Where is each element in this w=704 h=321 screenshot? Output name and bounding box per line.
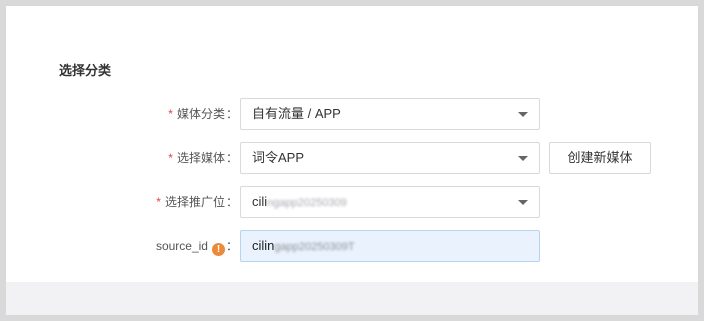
media-category-row: * 媒体分类： 自有流量 / APP bbox=[6, 98, 698, 130]
info-warning-icon[interactable]: ! bbox=[211, 243, 225, 256]
chevron-down-icon bbox=[518, 156, 528, 161]
promotion-slot-value-obscured: ngapp20250309 bbox=[267, 197, 347, 209]
promotion-slot-row: * 选择推广位： cilingapp20250309 bbox=[6, 186, 698, 218]
required-mark: * bbox=[168, 107, 173, 121]
select-media-select[interactable]: 词令APP bbox=[240, 142, 540, 174]
select-media-row: * 选择媒体： 词令APP 创建新媒体 bbox=[6, 142, 698, 174]
chevron-down-icon bbox=[518, 112, 528, 117]
chevron-down-icon bbox=[518, 200, 528, 205]
promotion-slot-value: cili bbox=[252, 194, 268, 209]
source-id-row: source_id!： cilingapp20250309T bbox=[6, 230, 698, 262]
select-media-label: * 选择媒体： bbox=[168, 151, 238, 165]
form-card: 选择分类 * 媒体分类： 自有流量 / APP * 选择媒体： 词令APP 创建新媒… bbox=[6, 6, 698, 282]
media-category-select[interactable]: 自有流量 / APP bbox=[240, 98, 540, 130]
page-background: 选择分类 * 媒体分类： 自有流量 / APP * 选择媒体： 词令APP 创建新媒… bbox=[6, 6, 698, 315]
media-category-value: 自有流量 / APP bbox=[252, 106, 341, 121]
source-id-label: source_id!： bbox=[155, 239, 238, 256]
required-mark: * bbox=[168, 151, 173, 165]
source-id-value: cilin bbox=[252, 238, 275, 253]
media-category-label: * 媒体分类： bbox=[168, 107, 238, 121]
select-media-value: 词令APP bbox=[252, 150, 305, 165]
promotion-slot-select[interactable]: cilingapp20250309 bbox=[240, 186, 540, 218]
create-media-button[interactable]: 创建新媒体 bbox=[549, 142, 651, 174]
section-title: 选择分类 bbox=[59, 63, 112, 78]
promotion-slot-label: * 选择推广位： bbox=[156, 195, 238, 209]
source-id-value-obscured: gapp20250309T bbox=[274, 241, 355, 253]
source-id-input[interactable]: cilingapp20250309T bbox=[240, 230, 540, 262]
required-mark: * bbox=[156, 195, 161, 209]
